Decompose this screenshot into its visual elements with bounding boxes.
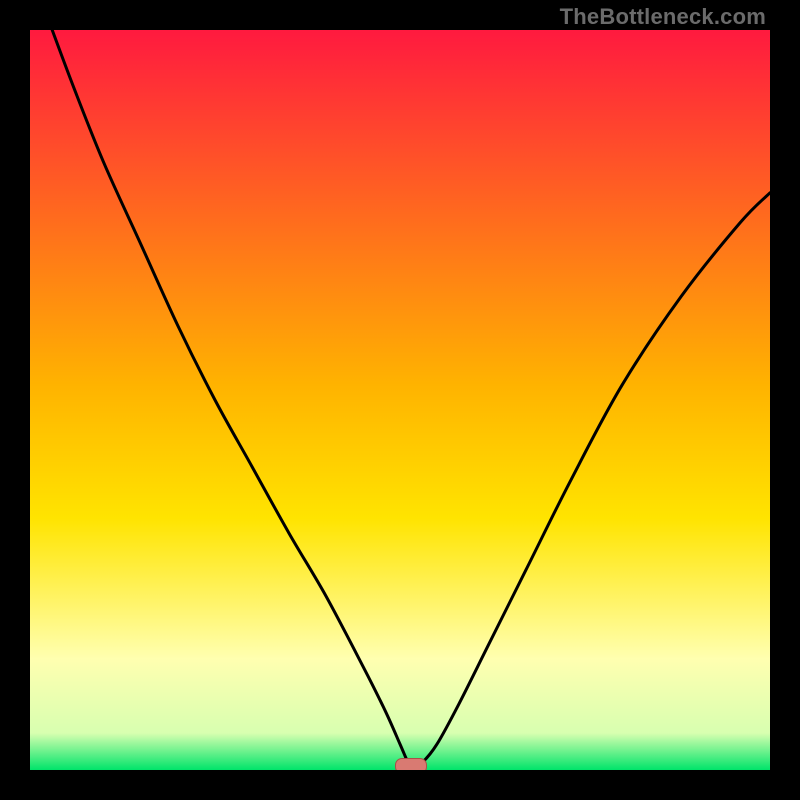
- bottleneck-curve: [30, 30, 770, 770]
- watermark-text: TheBottleneck.com: [560, 4, 766, 30]
- plot-area: [30, 30, 770, 770]
- optimal-marker: [395, 758, 427, 770]
- chart-frame: TheBottleneck.com: [0, 0, 800, 800]
